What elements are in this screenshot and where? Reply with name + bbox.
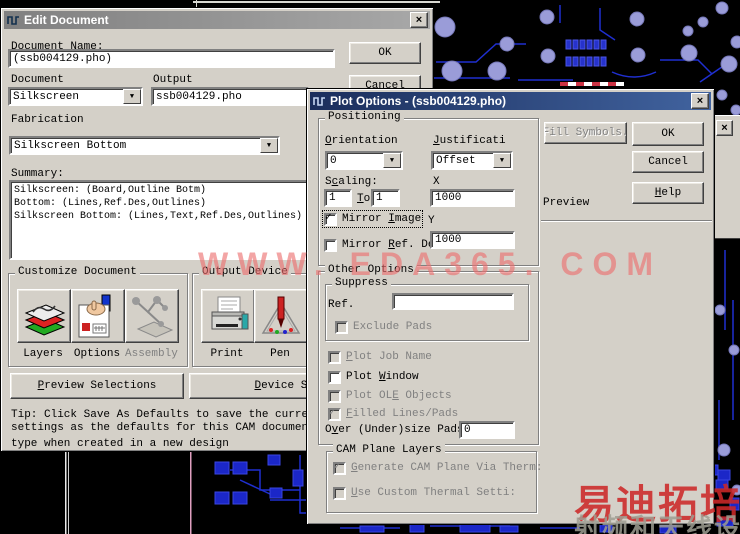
- summary-line: Silkscreen: (Board,Outline Botm): [14, 185, 207, 196]
- layers-button[interactable]: [17, 289, 71, 343]
- suppress-ref-label: Ref.: [328, 299, 355, 311]
- app-icon: [313, 97, 325, 106]
- background-window-fragment: ×: [712, 115, 740, 239]
- checkbox-box: ✓: [333, 460, 346, 475]
- plot-options-close-icon[interactable]: ×: [691, 93, 709, 109]
- help-button[interactable]: Help: [632, 182, 704, 204]
- output-label: Output: [153, 74, 193, 86]
- document-name-input[interactable]: [8, 49, 335, 68]
- checkbox-box: ✓: [328, 350, 341, 364]
- document-combo[interactable]: Silkscreen ▼: [8, 87, 143, 106]
- checkbox-box: ✓: [328, 406, 341, 421]
- screen: × Edit Document × Document Name: OK Canc…: [0, 0, 740, 534]
- preview-separator: [541, 220, 712, 222]
- print-label: Print: [210, 348, 244, 360]
- generate-cam-plane-checkbox: ✓ Generate CAM Plane Via Therm:: [333, 460, 543, 475]
- assembly-icon: [132, 296, 174, 338]
- ok-button[interactable]: OK: [349, 42, 421, 64]
- positioning-label: Positioning: [325, 111, 404, 123]
- checkbox-box: ✓: [333, 486, 346, 500]
- filled-lines-pads-checkbox: ✓ Filled Lines/Pads: [328, 406, 459, 421]
- scaling-label: Scaling:: [325, 176, 378, 188]
- print-button[interactable]: [201, 289, 255, 343]
- layers-icon: [24, 304, 66, 336]
- summary-label: Summary:: [11, 168, 64, 180]
- suppress-ref-input[interactable]: [392, 293, 514, 310]
- ok-button[interactable]: OK: [632, 122, 704, 146]
- pen-plotter-icon: [261, 296, 301, 334]
- checkbox-box[interactable]: ✓: [324, 211, 337, 226]
- plot-options-title: Plot Options - (ssb004129.pho): [330, 94, 507, 108]
- fabrication-label: Fabrication: [11, 114, 84, 126]
- y-label: Y: [428, 215, 435, 227]
- check-icon: ✓: [329, 406, 336, 419]
- orientation-combo[interactable]: 0 ▼: [325, 151, 403, 170]
- chevron-down-icon[interactable]: ▼: [493, 153, 511, 168]
- justification-combo[interactable]: Offset ▼: [431, 151, 513, 170]
- checkbox-box[interactable]: ✓: [328, 370, 341, 384]
- edit-document-titlebar[interactable]: Edit Document ×: [4, 11, 430, 29]
- summary-line: Silkscreen Bottom: (Lines,Text,Ref.Des,O…: [14, 211, 303, 222]
- options-label: Options: [73, 348, 121, 360]
- justification-value: Offset: [436, 154, 476, 167]
- edit-document-title: Edit Document: [24, 13, 109, 27]
- use-custom-thermal-checkbox: ✓ Use Custom Thermal Setti:: [333, 486, 516, 500]
- preview-label: Preview: [543, 197, 590, 209]
- chevron-down-icon[interactable]: ▼: [123, 89, 141, 104]
- tip-line: Tip: Click Save As Defaults to save the …: [11, 409, 322, 421]
- chevron-down-icon[interactable]: ▼: [383, 153, 401, 168]
- customize-document-label: Customize Document: [15, 266, 140, 278]
- checkbox-box: ✓: [328, 389, 341, 403]
- pen-button[interactable]: [254, 289, 308, 343]
- scale-from-input[interactable]: [324, 189, 352, 207]
- cancel-button[interactable]: Cancel: [632, 151, 704, 173]
- mirror-image-checkbox[interactable]: ✓ Mirror Image: [321, 210, 424, 228]
- to-label: To: [357, 193, 371, 205]
- check-icon: ✓: [325, 211, 332, 224]
- plot-options-dialog: Plot Options - (ssb004129.pho) × Positio…: [306, 88, 715, 525]
- plot-job-name-checkbox: ✓ Plot Job Name: [328, 350, 432, 364]
- oversize-pads-input[interactable]: [459, 421, 515, 439]
- pen-label: Pen: [270, 348, 290, 360]
- tip-line: settings as the defaults for this CAM do…: [11, 422, 315, 434]
- assembly-label: Assembly: [125, 348, 178, 360]
- options-icon: [78, 294, 111, 338]
- assembly-button: [125, 289, 179, 343]
- fabrication-combo-value: Silkscreen Bottom: [14, 139, 127, 152]
- orientation-label: Orientation: [325, 135, 398, 147]
- checkbox-box: ✓: [335, 320, 348, 334]
- plot-ole-objects-checkbox: ✓ Plot OLE Objects: [328, 389, 452, 403]
- app-icon: [7, 16, 19, 25]
- cam-plane-layers-label: CAM Plane Layers: [333, 444, 445, 456]
- edit-document-close-icon[interactable]: ×: [410, 12, 428, 28]
- check-icon: ✓: [334, 460, 341, 473]
- chevron-down-icon[interactable]: ▼: [260, 138, 278, 153]
- tip-line: type when created in a new design: [11, 438, 229, 450]
- options-button[interactable]: [71, 289, 125, 343]
- watermark-site: WWW. EDA365. COM: [198, 246, 663, 282]
- fill-symbols-button: Fill Symbols.: [544, 122, 627, 144]
- plot-options-titlebar[interactable]: Plot Options - (ssb004129.pho) ×: [310, 92, 711, 110]
- output-input[interactable]: [151, 87, 309, 106]
- watermark-slogan: 射频和天线设计专家: [574, 513, 740, 534]
- exclude-pads-checkbox: ✓ Exclude Pads: [335, 320, 432, 334]
- plot-window-checkbox[interactable]: ✓ Plot Window: [328, 370, 419, 384]
- background-window-close-icon[interactable]: ×: [716, 120, 733, 136]
- document-label: Document: [11, 74, 64, 86]
- printer-icon: [211, 296, 249, 330]
- oversize-pads-label: Over (Under)size Pads: [325, 424, 464, 436]
- scale-to-input[interactable]: [371, 189, 400, 207]
- document-combo-value: Silkscreen: [13, 90, 80, 103]
- preview-selections-button[interactable]: Preview Selections: [10, 373, 184, 399]
- orientation-value: 0: [330, 154, 337, 167]
- layers-label: Layers: [23, 348, 63, 360]
- summary-line: Bottom: (Lines,Ref.Des,Outlines): [14, 198, 207, 209]
- x-label: X: [433, 176, 440, 188]
- justification-label: Justificati: [433, 135, 506, 147]
- x-input[interactable]: [430, 189, 515, 207]
- fabrication-combo[interactable]: Silkscreen Bottom ▼: [9, 136, 280, 155]
